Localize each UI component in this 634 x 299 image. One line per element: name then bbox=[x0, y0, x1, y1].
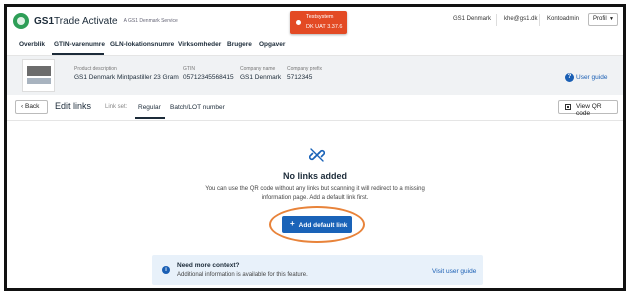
field-label: Company name bbox=[240, 66, 276, 72]
product-image-band bbox=[27, 78, 51, 84]
company-name-field: Company name GS1 Denmark bbox=[240, 66, 281, 81]
active-tab-indicator bbox=[52, 53, 104, 55]
logo-text: GS1Trade Activate bbox=[34, 16, 118, 27]
back-label: Back bbox=[24, 103, 40, 110]
field-label: Product description bbox=[74, 66, 117, 72]
field-value: GS1 Denmark Mintpastiller 23 Gram bbox=[74, 74, 179, 81]
company-prefix-field: Company prefix 5712345 bbox=[287, 66, 322, 81]
tab-gtin-varenumre[interactable]: GTIN-varenumre bbox=[54, 41, 105, 48]
screenshot-frame: GS1Trade Activate A GS1 Denmark Service … bbox=[4, 4, 626, 291]
edit-links-bar: ‹ Back Edit links Link set: Regular Batc… bbox=[7, 95, 623, 121]
broken-link-icon bbox=[309, 148, 325, 162]
product-description-field: Product description GS1 Denmark Mintpast… bbox=[74, 66, 179, 81]
chevron-down-icon: ▼ bbox=[609, 16, 614, 22]
tab-brugere[interactable]: Brugere bbox=[227, 41, 252, 48]
back-button[interactable]: ‹ Back bbox=[15, 100, 48, 114]
app-window: GS1Trade Activate A GS1 Denmark Service … bbox=[7, 7, 623, 288]
main-tabs: Overblik GTIN-varenumre GLN-lokationsnum… bbox=[7, 35, 623, 56]
app-logo[interactable]: GS1Trade Activate A GS1 Denmark Service bbox=[13, 13, 178, 29]
tab-overblik[interactable]: Overblik bbox=[19, 41, 45, 48]
test-badge-line1: Testsystem bbox=[306, 14, 334, 20]
tab-regular[interactable]: Regular bbox=[138, 104, 161, 111]
banner-title: Need more context? bbox=[177, 262, 240, 269]
field-value: 05712345568415 bbox=[183, 74, 234, 81]
test-system-badge: Testsystem DK UAT 3.37.6 bbox=[290, 11, 347, 34]
empty-state-title: No links added bbox=[282, 171, 347, 181]
help-icon[interactable]: ? bbox=[565, 73, 574, 82]
divider bbox=[539, 14, 540, 26]
test-badge-line2: DK UAT 3.37.6 bbox=[306, 24, 343, 30]
field-label: GTIN bbox=[183, 66, 195, 72]
field-value: 5712345 bbox=[287, 74, 313, 81]
visit-user-guide-link[interactable]: Visit user guide bbox=[432, 268, 476, 275]
user-email[interactable]: khe@gs1.dk bbox=[504, 16, 537, 22]
status-dot-icon bbox=[296, 20, 301, 25]
logo-main: GS1 bbox=[34, 15, 55, 27]
tab-opgaver[interactable]: Opgaver bbox=[259, 41, 285, 48]
plus-icon: + bbox=[290, 219, 295, 228]
link-set-label: Link set: bbox=[105, 104, 128, 110]
view-qr-code-button[interactable]: View QR code bbox=[558, 100, 618, 117]
empty-state-text: You can use the QR code without any link… bbox=[205, 186, 425, 201]
divider bbox=[496, 14, 497, 26]
org-name[interactable]: GS1 Denmark bbox=[453, 16, 491, 22]
gs1-logo-icon bbox=[13, 13, 29, 29]
banner-text: Additional information is available for … bbox=[177, 272, 308, 278]
user-role[interactable]: Kontoadmin bbox=[547, 16, 579, 22]
product-image bbox=[22, 59, 55, 92]
page-title: Edit links bbox=[55, 101, 92, 111]
field-value: GS1 Denmark bbox=[240, 74, 282, 81]
info-banner: i Need more context? Additional informat… bbox=[152, 255, 483, 285]
top-bar: GS1Trade Activate A GS1 Denmark Service … bbox=[7, 7, 623, 35]
info-icon: i bbox=[162, 266, 170, 274]
profile-button[interactable]: Profil ▼ bbox=[588, 13, 618, 26]
product-header: Product description GS1 Denmark Mintpast… bbox=[7, 56, 623, 95]
logo-subtitle: A GS1 Denmark Service bbox=[123, 18, 178, 24]
add-default-link-button[interactable]: + Add default link bbox=[282, 216, 352, 233]
product-image-band bbox=[27, 66, 51, 76]
logo-suffix: Trade Activate bbox=[54, 15, 118, 27]
gtin-field: GTIN 05712345568415 bbox=[183, 66, 234, 81]
profile-label: Profil bbox=[593, 16, 607, 22]
tab-batch-lot[interactable]: Batch/LOT number bbox=[170, 104, 225, 111]
tab-virksomheder[interactable]: Virksomheder bbox=[178, 41, 221, 48]
user-guide-link[interactable]: User guide bbox=[576, 74, 607, 81]
field-label: Company prefix bbox=[287, 66, 323, 72]
add-button-label: Add default link bbox=[298, 222, 348, 229]
tab-gln-lokationsnumre[interactable]: GLN-lokationsnumre bbox=[110, 41, 174, 48]
qr-button-label: View QR code bbox=[576, 103, 602, 117]
qr-code-icon bbox=[565, 104, 571, 110]
active-link-tab-indicator bbox=[135, 117, 165, 119]
